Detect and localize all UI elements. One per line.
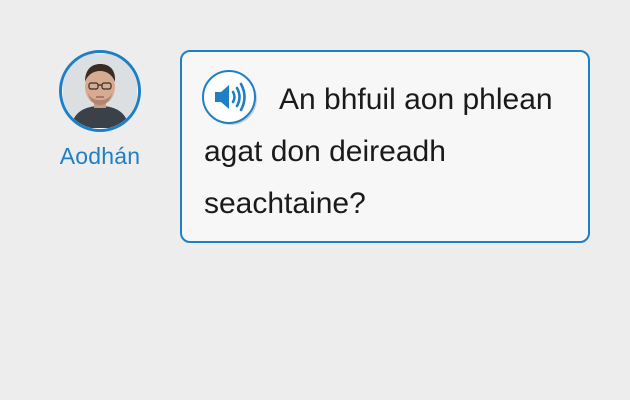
- avatar-photo: [63, 54, 137, 128]
- avatar: [59, 50, 141, 132]
- speaker: Aodhán: [52, 50, 148, 170]
- message-text: An bhfuil aon phlean agat don deireadh s…: [204, 83, 553, 220]
- message-bubble: An bhfuil aon phlean agat don deireadh s…: [180, 50, 590, 243]
- speaker-name: Aodhán: [59, 143, 141, 169]
